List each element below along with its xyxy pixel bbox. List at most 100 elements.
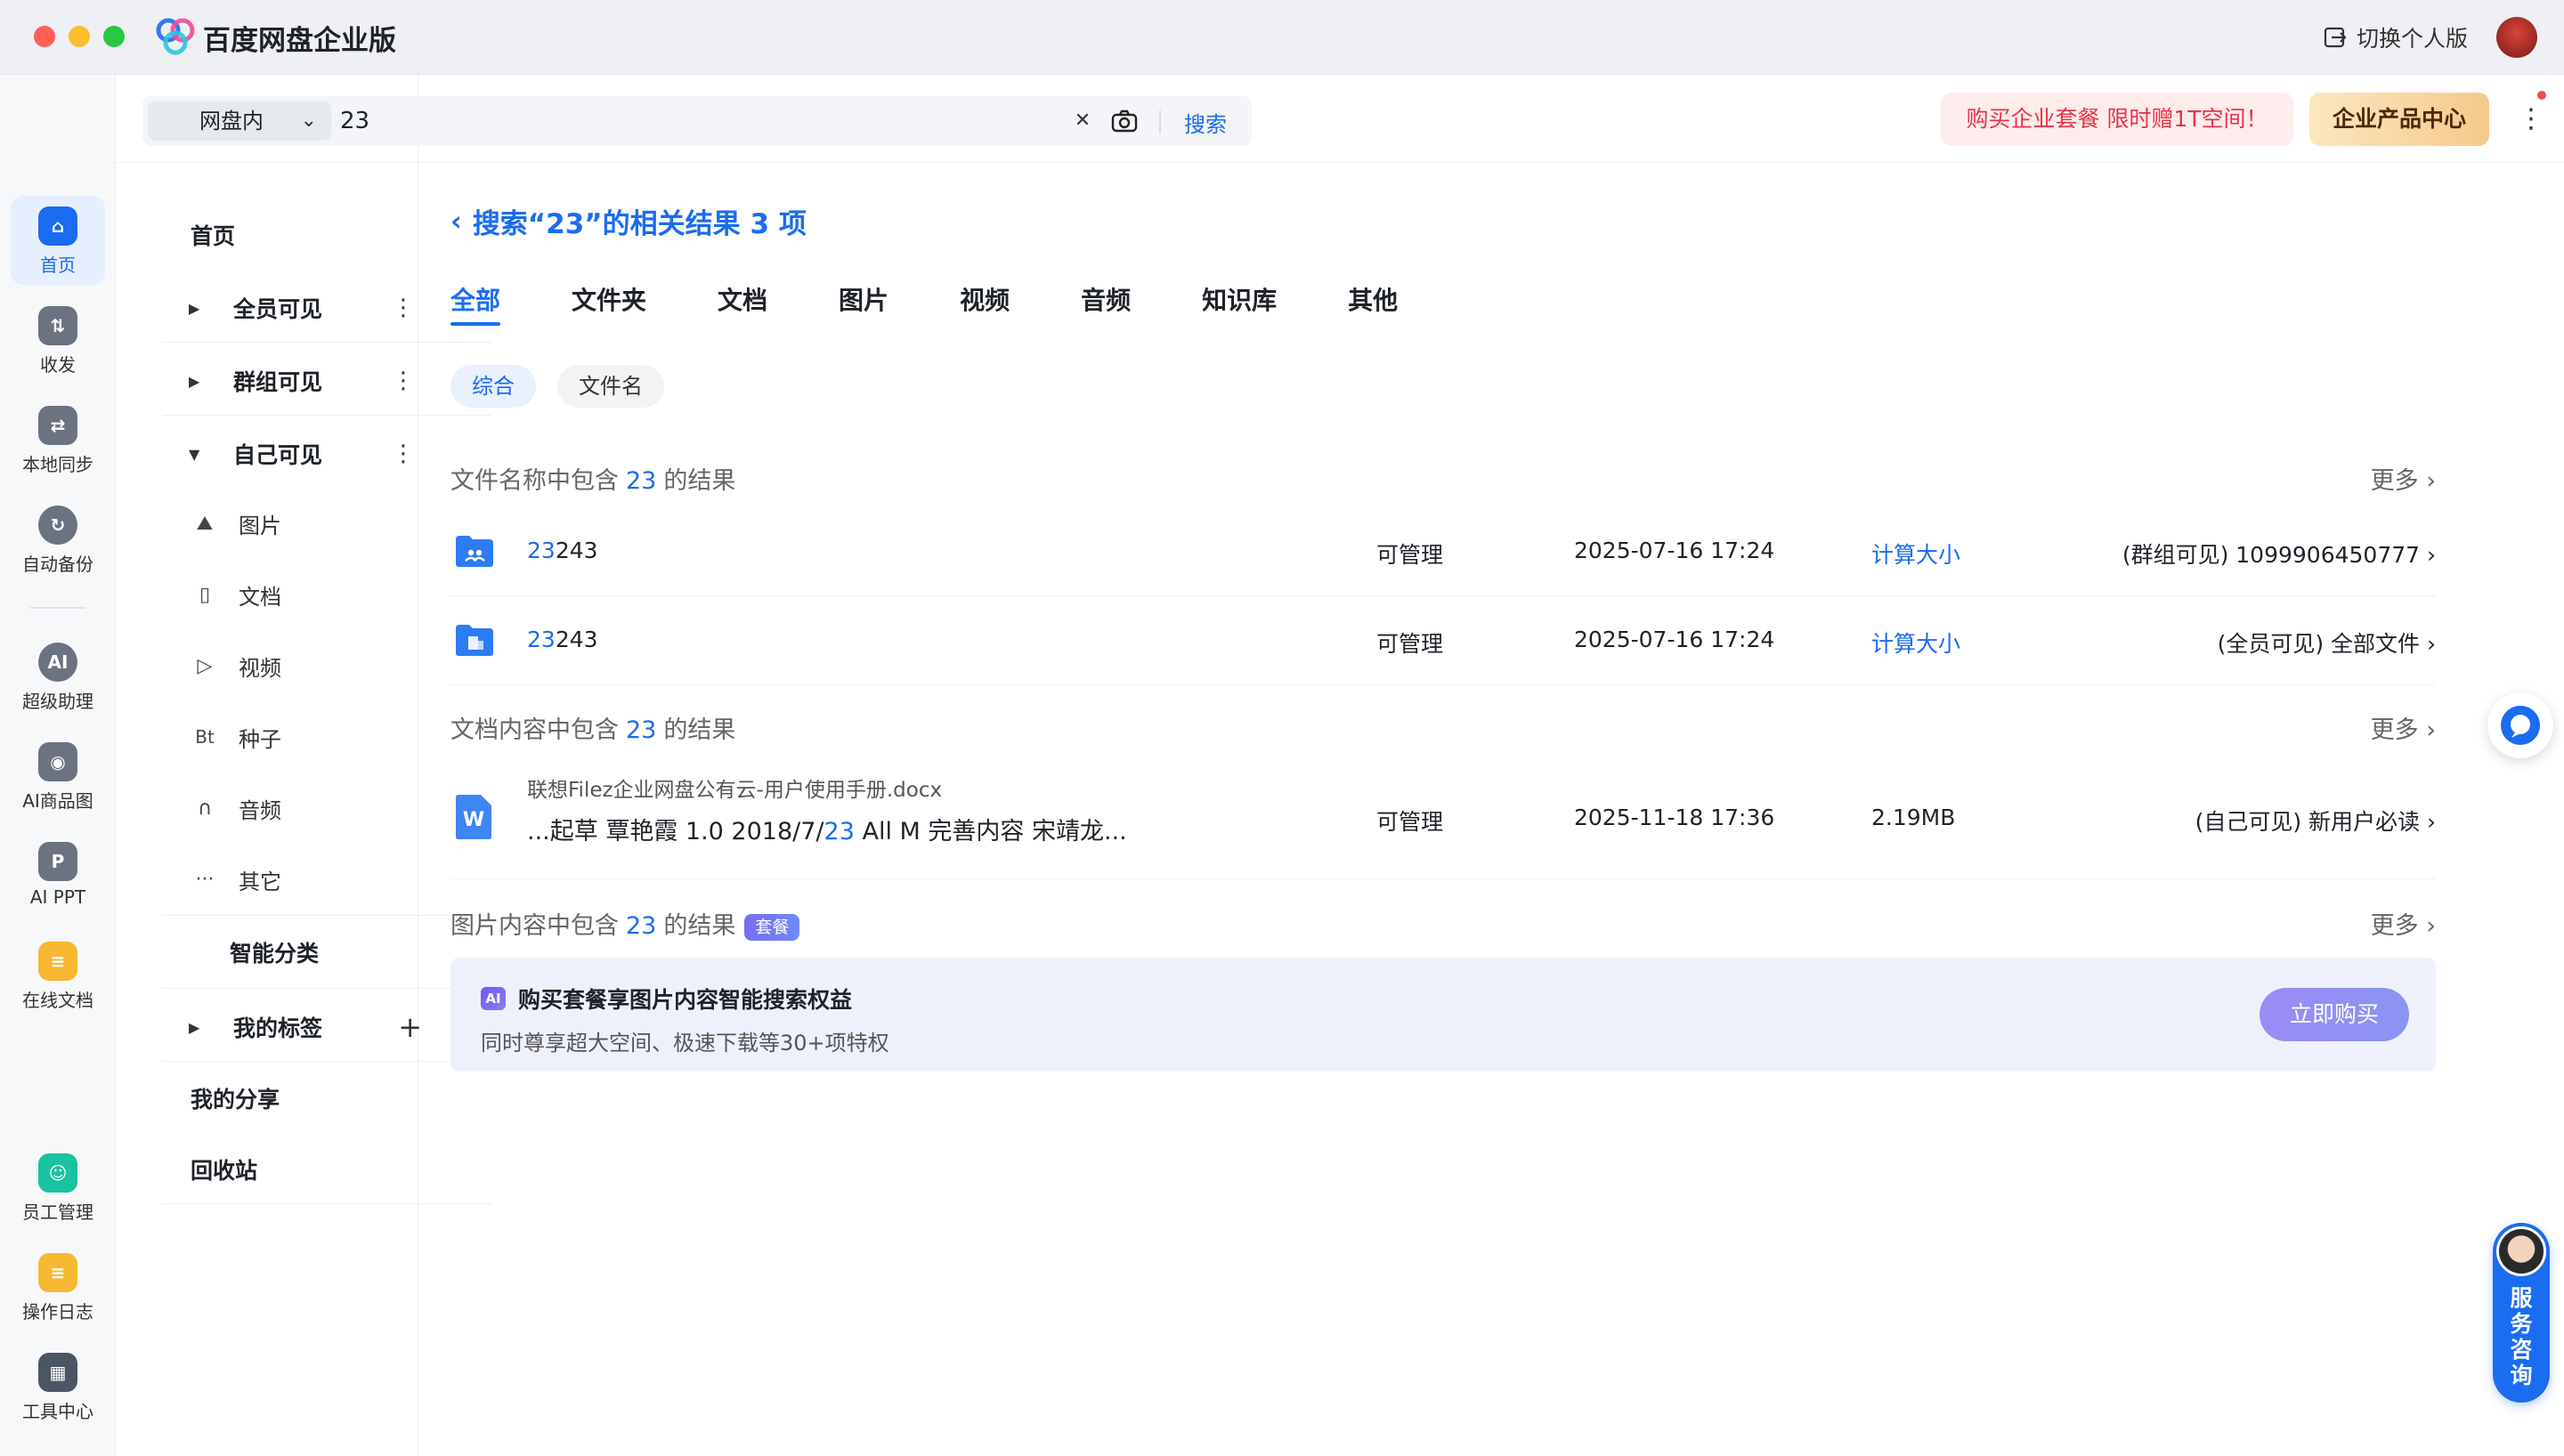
- camera-search-icon[interactable]: [1109, 107, 1140, 135]
- rail-item-ai-product[interactable]: ◉ AI商品图: [11, 732, 105, 821]
- location-text: (全员可见) 全部文件: [2217, 631, 2421, 657]
- more-icon[interactable]: ⋮: [392, 368, 415, 394]
- location-link[interactable]: (群组可见) 1099906450777 ›: [2122, 538, 2436, 570]
- tab-other[interactable]: 其他: [1348, 281, 1398, 326]
- back-chevron-icon[interactable]: ‹: [450, 206, 462, 238]
- shared-folder-icon: [456, 536, 493, 567]
- chip-filename[interactable]: 文件名: [557, 365, 664, 408]
- ai-product-icon: ◉: [38, 742, 77, 781]
- tab-videos[interactable]: 视频: [960, 281, 1010, 326]
- permission: 可管理: [1376, 809, 1444, 835]
- calculate-size-link[interactable]: 计算大小: [1871, 538, 1960, 570]
- headphones-icon: ∩: [197, 797, 213, 820]
- chevron-right-icon: ›: [2427, 542, 2436, 568]
- rail-item-backup[interactable]: ↻ 自动备份: [11, 495, 105, 584]
- tab-images[interactable]: 图片: [839, 281, 888, 326]
- more-icon[interactable]: ⋮: [392, 441, 415, 467]
- table-row[interactable]: 23243 可管理 2025-07-16 17:24 计算大小 (群组可见) 1…: [450, 507, 2436, 596]
- expand-down-icon[interactable]: ▼: [189, 446, 207, 463]
- search-button[interactable]: 搜索: [1184, 107, 1227, 138]
- close-window-button[interactable]: [34, 26, 55, 47]
- backup-icon: ↻: [38, 506, 77, 545]
- package-badge: 套餐: [744, 913, 800, 941]
- tab-folders[interactable]: 文件夹: [572, 281, 646, 326]
- search-bar: 网盘内 ⌄ ✕ 搜索: [142, 96, 1252, 146]
- service-label-text: 服务咨询: [2510, 1285, 2533, 1388]
- snippet-highlight: 23: [824, 818, 855, 845]
- switch-personal-button[interactable]: 切换个人版: [2323, 21, 2468, 53]
- file-name[interactable]: 23243: [527, 627, 598, 652]
- rail-item-sync[interactable]: ⇄ 本地同步: [11, 395, 105, 484]
- rail-item-log[interactable]: ≡ 操作日志: [11, 1242, 105, 1331]
- more-link[interactable]: 更多 ›: [2371, 710, 2436, 745]
- location-link[interactable]: (全员可见) 全部文件 ›: [2218, 627, 2436, 659]
- buy-now-button[interactable]: 立即购买: [2260, 988, 2409, 1041]
- rail-item-home[interactable]: ⌂ 首页: [11, 196, 105, 285]
- more-label: 更多: [2370, 912, 2419, 940]
- calculate-size-link[interactable]: 计算大小: [1871, 627, 1960, 659]
- clear-search-icon[interactable]: ✕: [1068, 107, 1097, 135]
- rail-item-staff[interactable]: ☺ 员工管理: [11, 1143, 105, 1232]
- nav-sub-audio[interactable]: ∩ 音频: [192, 781, 281, 835]
- word-letter: W: [463, 809, 484, 831]
- rail-item-online-doc[interactable]: ≡ 在线文档: [11, 931, 105, 1020]
- search-results-panel: ‹ 搜索“23”的相关结果 3 项 全部 文件夹 文档 图片 视频 音频 知识库…: [418, 164, 2564, 1456]
- table-row[interactable]: W 联想Filez企业网盘公有云-用户使用手册.docx ...起草 覃艳霞 1…: [450, 755, 2436, 879]
- snippet-text: All M 完善内容 宋靖龙...: [854, 818, 1127, 845]
- results-title[interactable]: ‹ 搜索“23”的相关结果 3 项: [450, 201, 807, 241]
- chevron-right-icon: ›: [2427, 631, 2436, 657]
- section-text: 文档内容中包含: [450, 716, 619, 744]
- rail-label: 收发: [40, 354, 76, 376]
- enterprise-center-button[interactable]: 企业产品中心: [2309, 93, 2489, 146]
- rail-item-tools[interactable]: ▦ 工具中心: [11, 1342, 105, 1431]
- tools-icon: ▦: [38, 1353, 77, 1392]
- permission: 可管理: [1376, 542, 1444, 568]
- expand-right-icon[interactable]: ▶: [189, 300, 207, 317]
- doc-file-name[interactable]: 联想Filez企业网盘公有云-用户使用手册.docx: [527, 772, 942, 803]
- rail-item-transfer[interactable]: ⇅ 收发: [11, 295, 105, 384]
- more-link[interactable]: 更多 ›: [2371, 461, 2436, 496]
- location-link[interactable]: (自己可见) 新用户必读 ›: [2195, 805, 2436, 837]
- maximize-window-button[interactable]: [103, 26, 125, 47]
- search-scope-select[interactable]: 网盘内 ⌄: [148, 101, 331, 141]
- home-icon: ⌂: [38, 206, 77, 246]
- nav-sub-docs[interactable]: ▯ 文档: [192, 568, 281, 621]
- nav-sub-label: 种子: [239, 726, 281, 752]
- service-consult-button[interactable]: 服务咨询: [2493, 1223, 2550, 1403]
- enterprise-folder-icon: [456, 625, 493, 656]
- more-menu-icon[interactable]: ⋮: [2518, 103, 2544, 134]
- floating-assistant-button[interactable]: [2487, 692, 2553, 758]
- secondary-nav: 首页 ▶ 全员可见 ⋮ ▶ 群组可见 ⋮ ▼ 自己可见 ⋮ ⛰ 图片 ▯ 文档 …: [116, 75, 491, 1456]
- user-avatar[interactable]: [2496, 17, 2537, 58]
- tab-documents[interactable]: 文档: [718, 281, 767, 326]
- modified-date: 2025-07-16 17:24: [1574, 627, 1775, 652]
- section-keyword: 23: [626, 467, 657, 495]
- chevron-right-icon: ›: [2426, 467, 2436, 495]
- tab-knowledge-base[interactable]: 知识库: [1202, 281, 1277, 326]
- tab-audio[interactable]: 音频: [1081, 281, 1131, 326]
- rail-item-ai-ppt[interactable]: P AI PPT: [11, 831, 105, 920]
- nav-sub-torrents[interactable]: Bt 种子: [192, 710, 281, 764]
- promo-banner-button[interactable]: 购买企业套餐 限时赠1T空间！: [1941, 93, 2293, 146]
- table-row[interactable]: 23243 可管理 2025-07-16 17:24 计算大小 (全员可见) 全…: [450, 596, 2436, 685]
- more-link[interactable]: 更多 ›: [2371, 906, 2436, 941]
- tab-all[interactable]: 全部: [450, 281, 501, 326]
- chip-comprehensive[interactable]: 综合: [450, 365, 536, 408]
- rail-item-ai-assistant[interactable]: AI 超级助理: [11, 632, 105, 721]
- expand-right-icon[interactable]: ▶: [189, 373, 207, 390]
- expand-right-icon[interactable]: ▶: [189, 1019, 207, 1036]
- location-text: (群组可见) 1099906450777: [2122, 542, 2421, 568]
- section-image-heading: 图片内容中包含 23 的结果 套餐: [450, 906, 800, 941]
- chevron-down-icon: ⌄: [300, 109, 317, 132]
- search-input[interactable]: [340, 103, 1195, 139]
- nav-share-label: 我的分享: [191, 1087, 280, 1112]
- log-icon: ≡: [38, 1253, 77, 1292]
- file-name[interactable]: 23243: [527, 538, 598, 563]
- more-icon[interactable]: ⋮: [392, 295, 415, 321]
- nav-sub-images[interactable]: ⛰ 图片: [192, 497, 281, 550]
- nav-sub-videos[interactable]: ▷ 视频: [192, 639, 281, 692]
- name-highlight: 23: [527, 627, 556, 652]
- nav-sub-other[interactable]: ··· 其它: [192, 853, 282, 906]
- minimize-window-button[interactable]: [69, 26, 90, 47]
- app-title: 百度网盘企业版: [203, 25, 396, 57]
